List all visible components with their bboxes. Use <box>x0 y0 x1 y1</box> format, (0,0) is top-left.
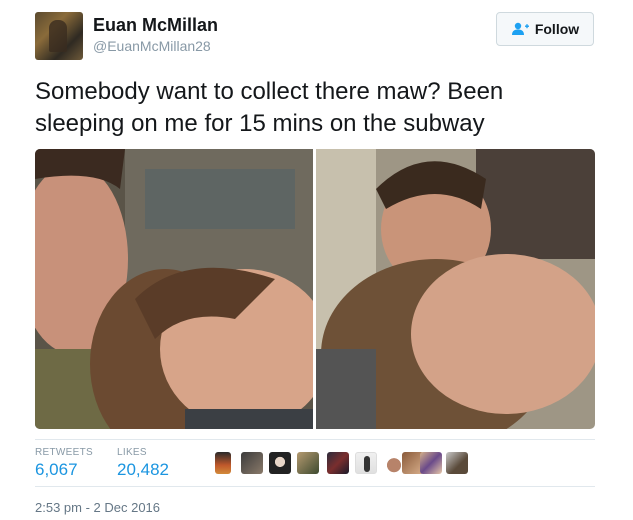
follow-button-label: Follow <box>534 21 580 37</box>
tweet-timestamp[interactable]: 2:53 pm - 2 Dec 2016 <box>35 500 160 515</box>
liker-avatar[interactable] <box>297 452 319 474</box>
liker-avatar[interactable] <box>269 452 291 474</box>
add-user-icon <box>511 22 529 35</box>
author-handle[interactable]: @EuanMcMillan28 <box>93 38 211 54</box>
tweet-photo-right[interactable] <box>316 149 595 429</box>
liker-avatar[interactable] <box>355 452 377 474</box>
tweet-photo-left[interactable] <box>35 149 313 429</box>
likes-count[interactable]: 20,482 <box>117 460 169 480</box>
liker-avatar[interactable] <box>446 452 468 474</box>
retweets-count[interactable]: 6,067 <box>35 460 78 480</box>
liker-avatar[interactable] <box>327 452 349 474</box>
divider-top <box>35 439 595 440</box>
photo-selfie-left-icon <box>35 149 313 429</box>
liker-avatar[interactable] <box>241 452 263 474</box>
likes-label: LIKES <box>117 447 147 458</box>
author-avatar[interactable] <box>35 12 83 60</box>
liker-avatar[interactable] <box>420 452 442 474</box>
divider-bottom <box>35 486 595 487</box>
author-display-name[interactable]: Euan McMillan <box>93 15 218 36</box>
follow-button[interactable]: Follow <box>496 12 594 46</box>
liker-avatar[interactable] <box>215 452 231 474</box>
tweet-text: Somebody want to collect there maw? Been… <box>35 78 504 137</box>
retweets-label: RETWEETS <box>35 447 93 458</box>
photo-selfie-right-icon <box>316 149 595 429</box>
